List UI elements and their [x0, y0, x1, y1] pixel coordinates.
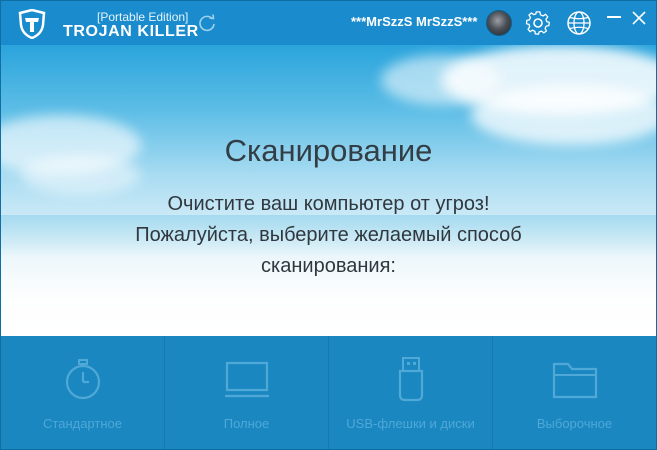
monitor-icon — [224, 361, 269, 398]
folder-icon — [552, 362, 597, 399]
description-line: сканирования: — [261, 255, 396, 277]
scan-options-bar: Стандартное Полное USB-флешки и диски Вы… — [1, 336, 656, 449]
description-line: Пожалуйста, выберите желаемый способ — [135, 224, 522, 246]
globe-icon[interactable] — [566, 10, 592, 36]
username-label[interactable]: ***MrSzzS MrSzzS*** — [351, 14, 477, 29]
title-bar[interactable]: [Portable Edition] TROJAN KILLER ***MrSz… — [1, 1, 656, 45]
page-title: Сканирование — [224, 133, 433, 168]
shield-logo-icon — [18, 9, 46, 39]
scan-option-label: Полное — [223, 416, 270, 431]
scan-option-label: Выборочное — [536, 416, 613, 431]
scan-option-full[interactable]: Полное — [165, 336, 329, 449]
scan-option-usb[interactable]: USB-флешки и диски — [329, 336, 493, 449]
edition-label: [Portable Edition] — [97, 10, 189, 24]
scan-hero-panel: Сканирование Очистите ваш компьютер от у… — [1, 45, 656, 336]
scan-option-custom[interactable]: Выборочное — [493, 336, 656, 449]
description-line: Очистите ваш компьютер от угроз! — [167, 193, 490, 215]
scan-option-label: USB-флешки и диски — [346, 416, 475, 431]
app-window: [Portable Edition] TROJAN KILLER ***MrSz… — [0, 0, 657, 450]
gear-icon[interactable] — [525, 10, 551, 36]
refresh-icon[interactable] — [197, 13, 217, 33]
scan-option-standard[interactable]: Стандартное — [1, 336, 165, 449]
app-brand: TROJAN KILLER — [63, 23, 199, 40]
cloud-decoration — [381, 55, 501, 105]
scan-description: Очистите ваш компьютер от угроз! Пожалуй… — [1, 189, 656, 282]
user-avatar[interactable] — [486, 10, 512, 36]
scan-option-label: Стандартное — [43, 416, 122, 431]
close-icon[interactable] — [631, 10, 647, 26]
stopwatch-icon — [65, 359, 100, 400]
usb-drive-icon — [398, 357, 423, 402]
minimize-icon[interactable] — [607, 16, 621, 18]
